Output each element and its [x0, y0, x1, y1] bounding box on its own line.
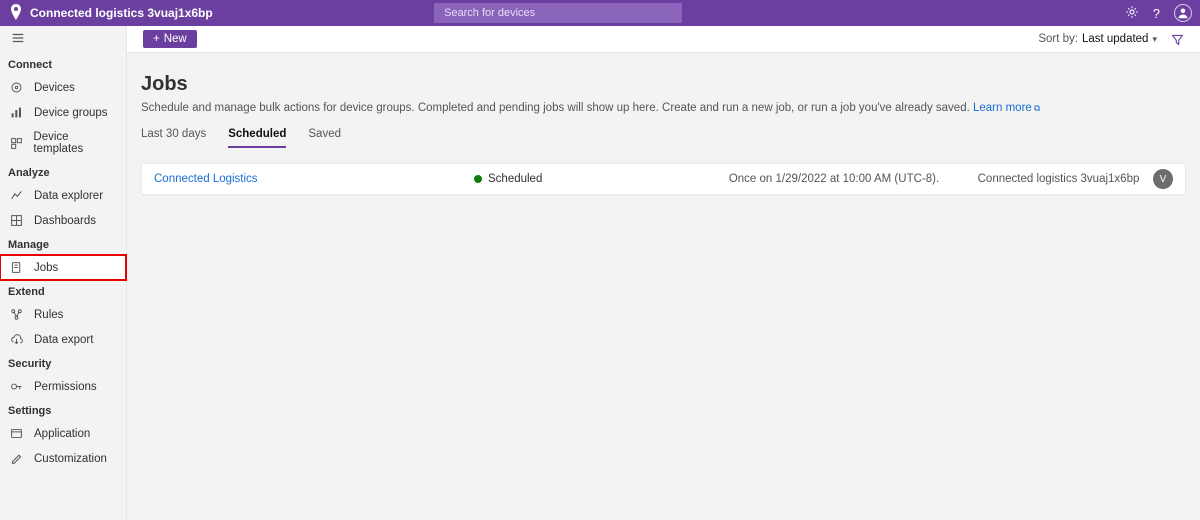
search-input[interactable]	[434, 3, 682, 23]
sidebar-item-label: Devices	[34, 82, 75, 94]
sidebar-item-label: Customization	[34, 453, 107, 465]
sidebar-group-manage: Manage	[0, 233, 126, 255]
sidebar-group-connect: Connect	[0, 53, 126, 75]
rules-icon	[10, 308, 24, 321]
sidebar-item-jobs[interactable]: Jobs	[0, 255, 126, 280]
sidebar-group-settings: Settings	[0, 399, 126, 421]
sidebar-item-customization[interactable]: Customization	[0, 446, 126, 471]
sidebar-item-data-export[interactable]: Data export	[0, 327, 126, 352]
sidebar-item-label: Device groups	[34, 107, 108, 119]
sidebar-item-devices[interactable]: Devices	[0, 75, 126, 100]
tab-last-30-days[interactable]: Last 30 days	[141, 128, 206, 148]
sort-by-label: Sort by:	[1038, 33, 1078, 45]
devices-icon	[10, 81, 24, 94]
sidebar-item-device-groups[interactable]: Device groups	[0, 100, 126, 125]
sidebar-item-label: Dashboards	[34, 215, 96, 227]
job-org: Connected logistics 3vuaj1x6bp	[974, 173, 1143, 185]
plus-icon: +	[153, 33, 160, 45]
application-icon	[10, 427, 24, 440]
line-chart-icon	[10, 189, 24, 202]
jobs-icon	[10, 261, 24, 274]
sidebar-item-label: Application	[34, 428, 90, 440]
page-description: Schedule and manage bulk actions for dev…	[141, 102, 1186, 114]
sidebar-item-device-templates[interactable]: Device templates	[0, 125, 126, 161]
job-name-link[interactable]: Connected Logistics	[154, 173, 258, 185]
help-icon[interactable]: ?	[1153, 6, 1160, 21]
account-icon[interactable]	[1174, 4, 1192, 22]
sidebar-item-data-explorer[interactable]: Data explorer	[0, 183, 126, 208]
settings-gear-icon[interactable]	[1125, 5, 1139, 22]
job-row[interactable]: Connected Logistics Scheduled Once on 1/…	[141, 163, 1186, 195]
job-schedule: Once on 1/29/2022 at 10:00 AM (UTC-8).	[694, 173, 974, 185]
location-icon	[8, 4, 24, 23]
sidebar-group-analyze: Analyze	[0, 161, 126, 183]
external-link-icon: ⧉	[1034, 103, 1040, 113]
sidebar-item-label: Device templates	[33, 131, 118, 155]
owner-avatar: V	[1153, 169, 1173, 189]
sidebar: Connect Devices Device groups Device tem…	[0, 26, 127, 520]
template-icon	[10, 137, 23, 150]
bar-chart-icon	[10, 106, 24, 119]
sidebar-item-label: Rules	[34, 309, 63, 321]
filter-icon[interactable]	[1171, 33, 1184, 46]
sidebar-item-label: Data explorer	[34, 190, 103, 202]
sidebar-item-label: Jobs	[34, 262, 58, 274]
status-dot-icon	[474, 175, 482, 183]
key-icon	[10, 380, 24, 393]
new-button[interactable]: + New	[143, 30, 197, 48]
sidebar-item-rules[interactable]: Rules	[0, 302, 126, 327]
app-title: Connected logistics 3vuaj1x6bp	[30, 6, 213, 20]
chevron-down-icon[interactable]: ▾	[1152, 34, 1157, 45]
sidebar-group-security: Security	[0, 352, 126, 374]
customization-icon	[10, 452, 24, 465]
page-title: Jobs	[141, 73, 1186, 96]
cloud-export-icon	[10, 333, 24, 346]
sidebar-item-label: Data export	[34, 334, 93, 346]
sort-by-value[interactable]: Last updated	[1082, 33, 1149, 45]
tab-scheduled[interactable]: Scheduled	[228, 128, 286, 148]
hamburger-icon[interactable]	[11, 31, 25, 48]
sidebar-item-application[interactable]: Application	[0, 421, 126, 446]
new-button-label: New	[164, 33, 187, 45]
tab-saved[interactable]: Saved	[308, 128, 341, 148]
learn-more-link[interactable]: Learn more	[973, 102, 1032, 114]
sidebar-item-label: Permissions	[34, 381, 97, 393]
job-status: Scheduled	[488, 173, 542, 185]
sidebar-item-dashboards[interactable]: Dashboards	[0, 208, 126, 233]
sidebar-item-permissions[interactable]: Permissions	[0, 374, 126, 399]
dashboard-icon	[10, 214, 24, 227]
sidebar-group-extend: Extend	[0, 280, 126, 302]
